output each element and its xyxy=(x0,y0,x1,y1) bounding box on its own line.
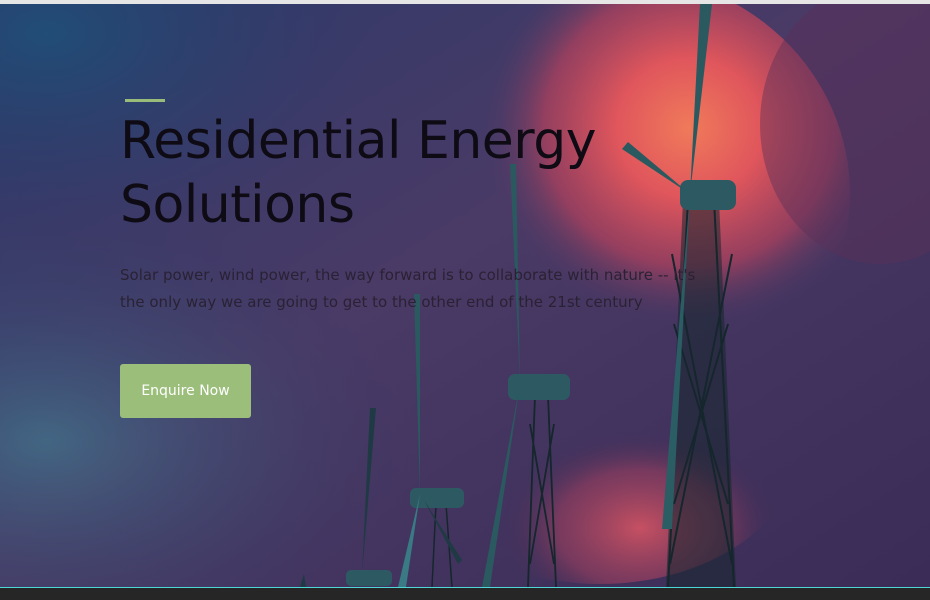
hero-section: Residential Energy Solutions Solar power… xyxy=(0,4,930,587)
title-accent-rule xyxy=(125,99,165,102)
hero-subtitle: Solar power, wind power, the way forward… xyxy=(120,266,696,311)
hero-title: Residential Energy Solutions xyxy=(120,111,597,235)
enquire-now-button[interactable]: Enquire Now xyxy=(120,364,251,418)
bottom-bar xyxy=(0,588,930,600)
